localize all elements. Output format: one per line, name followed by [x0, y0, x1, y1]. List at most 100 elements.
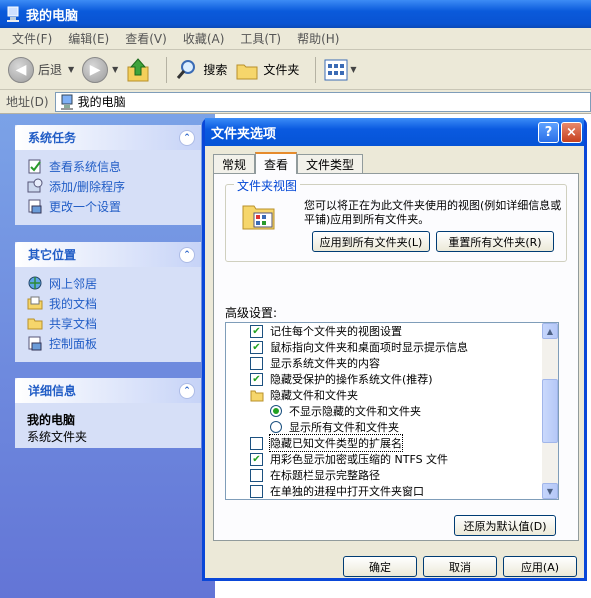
- advanced-settings-list[interactable]: ✔ 记住每个文件夹的视图设置 ✔ 鼠标指向文件夹和桌面项时显示提示信息 显示系统…: [225, 322, 559, 500]
- details-name: 我的电脑: [27, 413, 76, 427]
- details-description: 系统文件夹: [27, 430, 88, 444]
- close-button[interactable]: ×: [561, 121, 582, 143]
- menu-view[interactable]: 查看(V): [117, 30, 175, 47]
- reset-all-folders-button[interactable]: 重置所有文件夹(R): [436, 231, 554, 252]
- folder-view-title: 文件夹视图: [234, 177, 301, 194]
- tab-file-types[interactable]: 文件类型: [297, 154, 364, 174]
- setting-hide-protected-os-files[interactable]: ✔ 隐藏受保护的操作系统文件(推荐): [250, 371, 433, 387]
- control-panel-icon: [28, 336, 42, 351]
- setting-color-encrypted-ntfs[interactable]: ✔ 用彩色显示加密或压缩的 NTFS 文件: [250, 451, 448, 467]
- setting-show-system-folder-contents[interactable]: 显示系统文件夹的内容: [250, 355, 380, 371]
- scrollbar-thumb[interactable]: [542, 379, 558, 443]
- setting-show-tooltips[interactable]: ✔ 鼠标指向文件夹和桌面项时显示提示信息: [250, 339, 468, 355]
- place-shared-documents[interactable]: 共享文档: [27, 313, 189, 333]
- checkbox[interactable]: ✔: [250, 340, 263, 354]
- help-button[interactable]: ?: [538, 121, 559, 143]
- search-button[interactable]: 搜索: [175, 58, 227, 82]
- menu-edit[interactable]: 编辑(E): [60, 30, 117, 47]
- restore-defaults-button[interactable]: 还原为默认值(D): [454, 515, 556, 536]
- dropdown-arrow-icon: ▼: [68, 65, 75, 74]
- place-control-panel[interactable]: 控制面板: [27, 333, 189, 353]
- toolbar-separator: [166, 56, 168, 83]
- dialog-title: 文件夹选项: [211, 126, 277, 142]
- toolbar-separator: [315, 56, 317, 83]
- address-input[interactable]: 我的电脑: [54, 91, 591, 112]
- folder-icon: [236, 64, 258, 79]
- place-my-documents[interactable]: 我的文档: [27, 293, 189, 313]
- setting-hidden-files-group: 隐藏文件和文件夹: [250, 387, 358, 403]
- radio-button[interactable]: [270, 405, 282, 417]
- dropdown-arrow-icon: ▼: [112, 65, 119, 74]
- up-button[interactable]: [126, 57, 150, 83]
- collapse-chevron-icon[interactable]: ⌃: [179, 129, 195, 146]
- folder-view-icon: [242, 205, 275, 230]
- window-titlebar: 我的电脑: [0, 0, 591, 28]
- radio-button[interactable]: [270, 421, 282, 433]
- menu-bar: 文件(F) 编辑(E) 查看(V) 收藏(A) 工具(T) 帮助(H): [0, 28, 591, 50]
- window-title: 我的电脑: [26, 8, 79, 24]
- add-remove-programs-icon: [27, 178, 43, 193]
- task-change-setting[interactable]: 更改一个设置: [27, 196, 189, 216]
- dialog-titlebar: 文件夹选项 ? ×: [205, 118, 584, 146]
- checkbox[interactable]: [250, 468, 263, 482]
- checkbox[interactable]: [250, 484, 263, 498]
- setting-full-path-title[interactable]: 在标题栏显示完整路径: [250, 467, 380, 483]
- forward-button[interactable]: ▶ ▼: [82, 56, 119, 83]
- cancel-button[interactable]: 取消: [423, 556, 497, 577]
- forward-arrow-icon: ▶: [82, 56, 109, 83]
- collapse-chevron-icon[interactable]: ⌃: [179, 246, 195, 263]
- menu-favorites[interactable]: 收藏(A): [175, 30, 233, 47]
- checkbox[interactable]: ✔: [250, 324, 263, 338]
- views-icon: [324, 59, 348, 80]
- ok-button[interactable]: 确定: [343, 556, 417, 577]
- setting-do-not-show-hidden[interactable]: 不显示隐藏的文件和文件夹: [270, 403, 421, 419]
- folder-icon: [250, 390, 264, 401]
- address-value: 我的电脑: [77, 95, 126, 109]
- setting-hide-known-extensions[interactable]: 隐藏已知文件类型的扩展名: [250, 434, 403, 452]
- menu-file[interactable]: 文件(F): [4, 30, 60, 47]
- scroll-up-icon[interactable]: ▲: [542, 323, 558, 339]
- task-add-remove-programs[interactable]: 添加/删除程序: [27, 176, 189, 196]
- back-arrow-icon: ◀: [8, 56, 34, 83]
- tab-view[interactable]: 查看: [255, 152, 298, 174]
- menu-help[interactable]: 帮助(H): [289, 30, 347, 47]
- views-button[interactable]: ▼: [324, 59, 357, 81]
- view-tab-page: 文件夹视图 您可以将正在为此文件夹使用的视图(例如详细信息或平铺)应用到所有文件…: [213, 173, 579, 541]
- folder-view-description: 您可以将正在为此文件夹使用的视图(例如详细信息或平铺)应用到所有文件夹。: [304, 199, 562, 226]
- folders-button[interactable]: 文件夹: [235, 59, 299, 81]
- computer-icon: [60, 94, 73, 110]
- settings-scrollbar[interactable]: ▲ ▼: [542, 323, 558, 499]
- menu-tools[interactable]: 工具(T): [232, 30, 289, 47]
- task-view-system-info[interactable]: 查看系统信息: [27, 156, 189, 176]
- place-network[interactable]: 网上邻居: [27, 273, 189, 293]
- shared-folder-icon: [27, 318, 43, 330]
- details-panel: 详细信息 ⌃ 我的电脑 系统文件夹: [15, 378, 201, 448]
- other-places-header[interactable]: 其它位置 ⌃: [15, 242, 201, 267]
- back-button[interactable]: ◀ 后退 ▼: [8, 56, 75, 83]
- address-label: 地址(D): [6, 95, 49, 109]
- collapse-chevron-icon[interactable]: ⌃: [179, 382, 195, 399]
- setting-show-all-hidden[interactable]: 显示所有文件和文件夹: [270, 419, 399, 435]
- setting-separate-process[interactable]: 在单独的进程中打开文件夹窗口: [250, 483, 424, 499]
- checkbox[interactable]: [250, 356, 263, 370]
- folder-view-group: 文件夹视图 您可以将正在为此文件夹使用的视图(例如详细信息或平铺)应用到所有文件…: [225, 177, 567, 262]
- setting-remember-view[interactable]: ✔ 记住每个文件夹的视图设置: [250, 323, 402, 339]
- checkbox[interactable]: ✔: [250, 372, 263, 386]
- scroll-down-icon[interactable]: ▼: [542, 483, 558, 499]
- checkbox[interactable]: ✔: [250, 452, 263, 466]
- tab-general[interactable]: 常规: [213, 154, 256, 174]
- system-tasks-header[interactable]: 系统任务 ⌃: [15, 125, 201, 150]
- toolbar: ◀ 后退 ▼ ▶ ▼ 搜索 文件夹 ▼: [0, 50, 591, 90]
- other-places-panel: 其它位置 ⌃ 网上邻居 我的文档 共享文档 控制面板: [15, 242, 201, 362]
- checkbox[interactable]: [250, 436, 263, 450]
- search-icon: [177, 59, 196, 79]
- my-documents-icon: [27, 296, 43, 310]
- network-places-icon: [28, 276, 42, 290]
- system-tasks-panel: 系统任务 ⌃ 查看系统信息 添加/删除程序 更改一个设置: [15, 125, 201, 225]
- details-header[interactable]: 详细信息 ⌃: [15, 378, 201, 403]
- dialog-tabs: 常规 查看 文件类型: [213, 152, 364, 174]
- apply-to-all-folders-button[interactable]: 应用到所有文件夹(L): [312, 231, 430, 252]
- apply-button[interactable]: 应用(A): [503, 556, 577, 577]
- control-panel-icon: [28, 199, 42, 214]
- computer-icon: [6, 6, 20, 22]
